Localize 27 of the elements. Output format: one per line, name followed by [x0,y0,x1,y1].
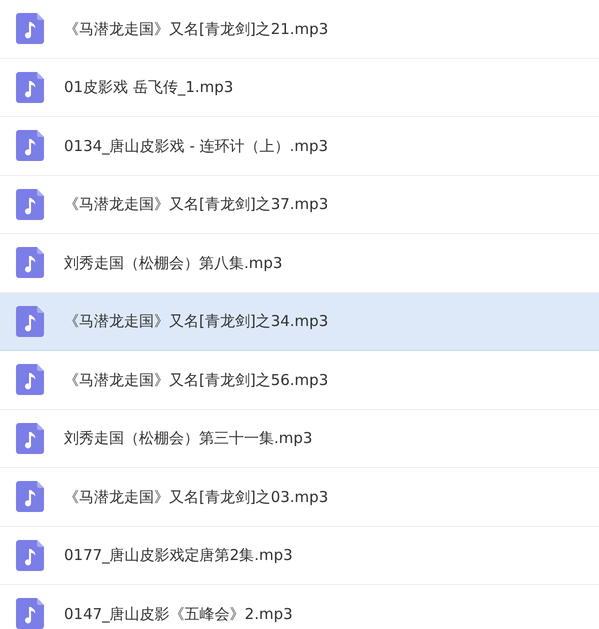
file-name: 《马潜龙走国》又名[青龙剑]之21.mp3 [64,18,328,40]
file-name: 0177_唐山皮影戏定唐第2集.mp3 [64,545,293,566]
file-name: 01皮影戏 岳飞传_1.mp3 [64,77,234,98]
file-row[interactable]: 0177_唐山皮影戏定唐第2集.mp3 [0,526,599,585]
audio-file-icon [16,130,44,162]
file-name: 0147_唐山皮影《五峰会》2.mp3 [64,604,293,624]
audio-file-icon [16,247,44,278]
audio-file-icon [16,306,44,337]
audio-file-icon [16,540,44,571]
audio-file-icon [16,188,44,220]
file-row[interactable]: 刘秀走国（松棚会）第三十一集.mp3 [0,410,599,468]
audio-file-icon [16,422,44,454]
file-row[interactable]: 01皮影戏 岳飞传_1.mp3 [0,58,599,117]
file-name: 《马潜龙走国》又名[青龙剑]之37.mp3 [64,194,328,215]
audio-file-icon [16,72,44,103]
file-name: 0134_唐山皮影戏 - 连环计（上）.mp3 [64,136,328,156]
audio-file-icon [16,364,44,396]
file-name: 《马潜龙走国》又名[青龙剑]之56.mp3 [64,370,328,390]
audio-file-icon [16,481,44,512]
file-name: 刘秀走国（松棚会）第三十一集.mp3 [64,428,312,449]
file-name: 《马潜龙走国》又名[青龙剑]之03.mp3 [64,486,328,508]
file-row[interactable]: 《马潜龙走国》又名[青龙剑]之37.mp3 [0,176,599,234]
file-name: 刘秀走国（松棚会）第八集.mp3 [64,252,282,274]
file-row[interactable]: 《马潜龙走国》又名[青龙剑]之34.mp3 [0,292,599,351]
audio-file-icon [16,13,44,44]
audio-file-icon [16,598,44,629]
file-name: 《马潜龙走国》又名[青龙剑]之34.mp3 [64,311,328,332]
